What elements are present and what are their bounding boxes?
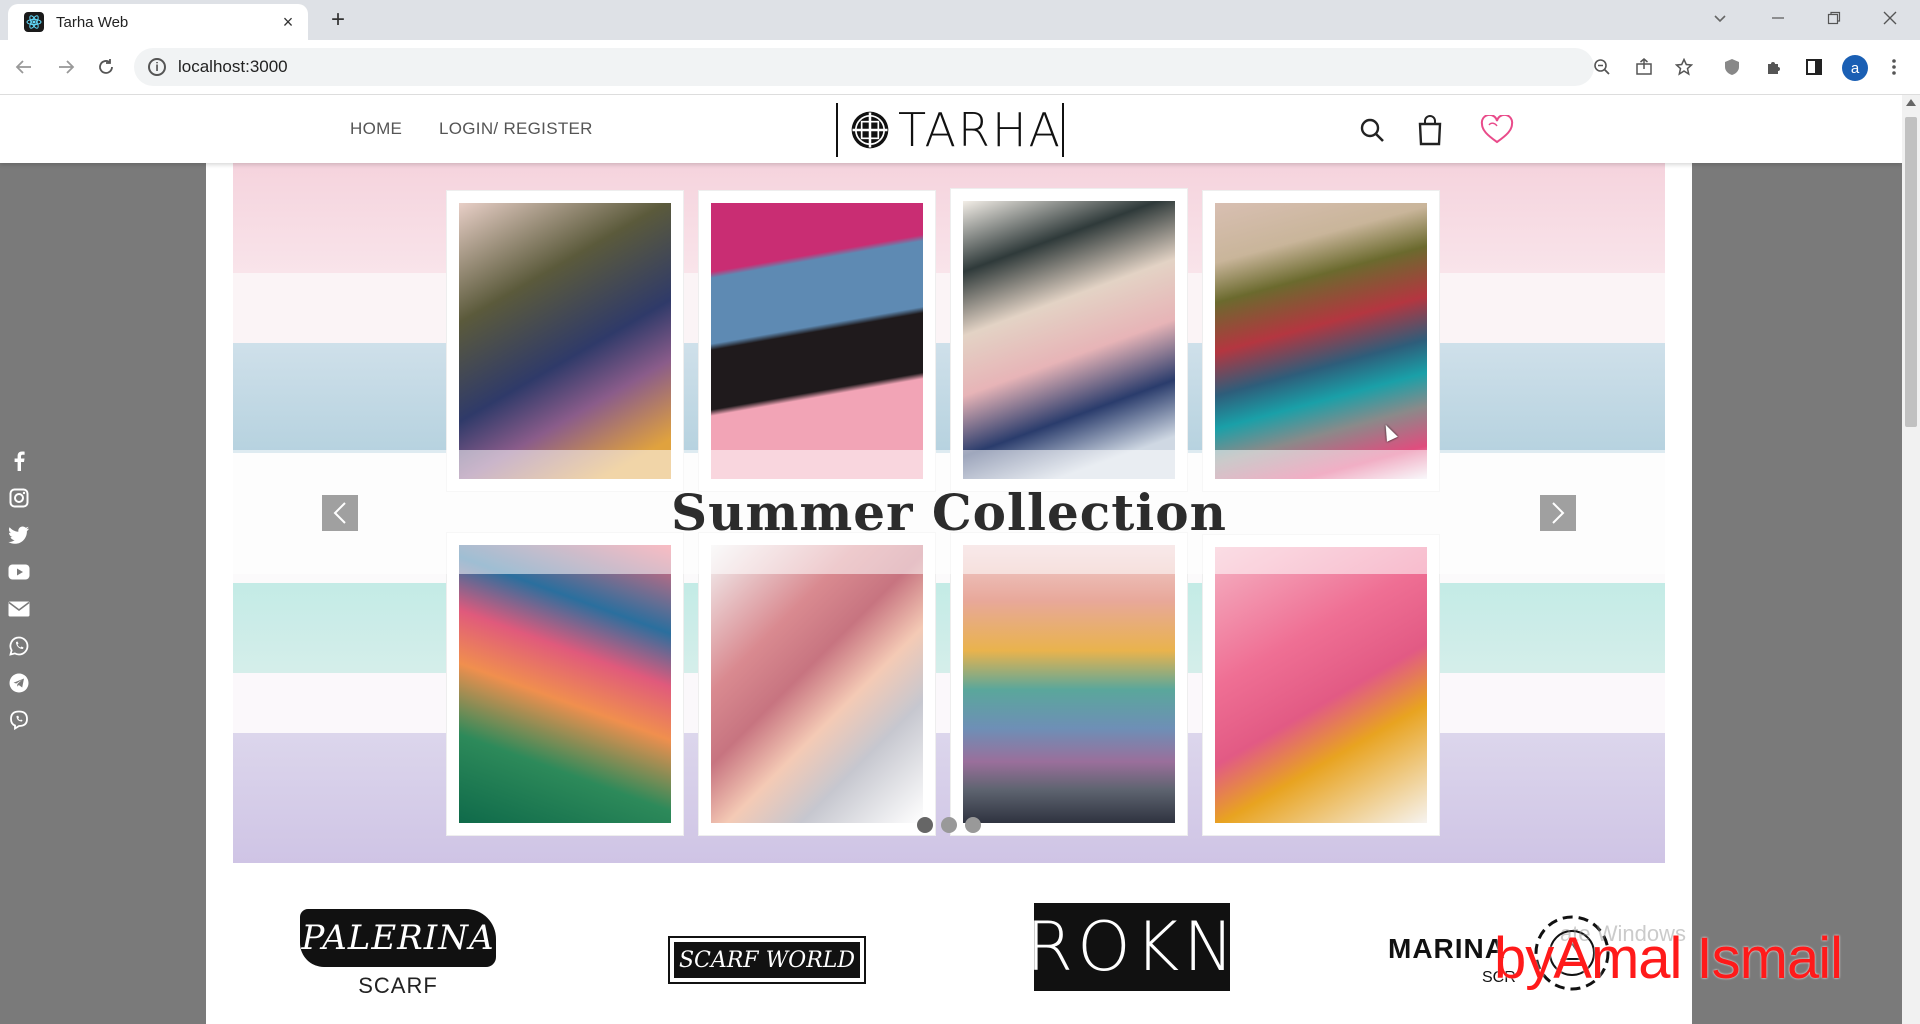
close-window-icon[interactable]	[1862, 0, 1918, 36]
zoom-out-icon[interactable]	[1588, 53, 1616, 81]
youtube-icon[interactable]	[8, 561, 30, 583]
dotted-chiffon-photo	[711, 545, 923, 823]
wishlist-heart-icon[interactable]	[1478, 113, 1516, 147]
side-panel-icon[interactable]	[1800, 53, 1828, 81]
forward-icon[interactable]	[50, 51, 82, 83]
address-bar[interactable]: i localhost:3000	[134, 48, 1594, 86]
bookmark-star-icon[interactable]	[1670, 53, 1698, 81]
nav-home-link[interactable]: HOME	[350, 119, 402, 139]
scarf-world-wordmark: SCARF WORLD	[678, 947, 856, 973]
site-logo[interactable]: TARHA	[836, 103, 1064, 157]
tab-close-icon[interactable]: ×	[276, 10, 300, 34]
logo-wordmark: TARHA	[897, 103, 1062, 157]
telegram-icon[interactable]	[8, 672, 30, 694]
palerina-wordmark: PALERINA	[301, 918, 495, 958]
restore-icon[interactable]	[1806, 0, 1862, 36]
palerina-badge: PALERINA	[300, 909, 496, 967]
search-icon[interactable]	[1356, 113, 1388, 147]
page-viewport: HOME LOGIN/ REGISTER TARHA Summer Collec…	[0, 95, 1902, 1024]
brand-scarf-world[interactable]: SCARF WORLD	[668, 936, 866, 984]
new-tab-button[interactable]: +	[324, 6, 352, 34]
facebook-icon[interactable]	[8, 450, 30, 472]
product-photo-frame[interactable]	[699, 191, 935, 491]
striped-scarves-photo	[963, 201, 1175, 479]
chevron-right-icon	[1552, 502, 1565, 524]
brand-rokn[interactable]: ROKN	[1026, 903, 1234, 991]
hero-carousel[interactable]: Summer Collection	[233, 163, 1665, 863]
url-text: localhost:3000	[178, 57, 288, 76]
carousel-prev-button[interactable]	[322, 495, 358, 531]
caption-band: Summer Collection	[233, 450, 1665, 574]
reload-icon[interactable]	[90, 51, 122, 83]
back-icon[interactable]	[8, 51, 40, 83]
social-sidebar	[8, 450, 30, 746]
carousel-dot-1[interactable]	[917, 817, 933, 833]
twitter-icon[interactable]	[8, 524, 30, 546]
mail-icon[interactable]	[8, 598, 30, 620]
main-container: Summer Collection PALERINA SCARF SCARF W…	[206, 163, 1692, 1024]
pearl-scarves-photo	[711, 203, 923, 479]
author-overlay-text: byAmal Ismail	[1494, 926, 1843, 991]
profile-avatar[interactable]: a	[1842, 55, 1868, 81]
tarha-logo-mark-icon	[851, 111, 889, 149]
scarf-world-inner: SCARF WORLD	[674, 942, 860, 978]
chevron-left-icon	[333, 502, 346, 524]
brand-strip: PALERINA SCARF SCARF WORLD ROKN MARINA S…	[206, 863, 1692, 1024]
carousel-dot-3[interactable]	[965, 817, 981, 833]
colorful-square-scarves-photo	[963, 545, 1175, 823]
brand-palerina[interactable]: PALERINA SCARF	[300, 909, 500, 999]
shield-extension-icon[interactable]	[1718, 53, 1746, 81]
product-photo-frame[interactable]	[1203, 535, 1439, 835]
carousel-next-button[interactable]	[1540, 495, 1576, 531]
nav-login-register-link[interactable]: LOGIN/ REGISTER	[439, 119, 593, 139]
carousel-dots	[233, 817, 1665, 833]
minimize-icon[interactable]	[1750, 0, 1806, 36]
embroidered-scarves-photo	[459, 545, 671, 823]
carousel-dot-2[interactable]	[941, 817, 957, 833]
scroll-up-icon[interactable]	[1906, 99, 1916, 106]
extensions-puzzle-icon[interactable]	[1760, 53, 1788, 81]
site-info-icon[interactable]: i	[148, 58, 166, 76]
react-favicon-icon	[24, 12, 44, 32]
product-photo-frame[interactable]	[699, 533, 935, 835]
tab-search-chevron-icon[interactable]	[1692, 0, 1748, 36]
browser-tab-bar: Tarha Web × +	[0, 0, 1920, 40]
pink-mustard-scarves-photo	[1215, 547, 1427, 823]
shopping-bag-icon[interactable]	[1414, 113, 1446, 147]
browser-tab[interactable]: Tarha Web ×	[8, 4, 308, 40]
product-photo-frame[interactable]	[447, 191, 683, 491]
whatsapp-icon[interactable]	[8, 635, 30, 657]
browser-menu-icon[interactable]	[1882, 53, 1906, 81]
floral-scarves-photo	[459, 203, 671, 479]
scrollbar-thumb[interactable]	[1905, 117, 1917, 427]
product-photo-frame[interactable]	[447, 533, 683, 835]
slide-caption: Summer Collection	[670, 482, 1227, 542]
share-icon[interactable]	[1630, 53, 1658, 81]
rokn-wordmark: ROKN	[1025, 907, 1239, 987]
product-photo-frame[interactable]	[951, 189, 1187, 491]
marina-wordmark: MARINA	[1388, 933, 1506, 964]
instagram-icon[interactable]	[8, 487, 30, 509]
product-photo-frame[interactable]	[951, 533, 1187, 835]
viber-icon[interactable]	[8, 709, 30, 731]
palerina-subtitle: SCARF	[358, 973, 438, 998]
tab-title: Tarha Web	[56, 13, 129, 31]
page-scrollbar[interactable]	[1902, 95, 1920, 1024]
site-header: HOME LOGIN/ REGISTER TARHA	[0, 95, 1902, 163]
browser-toolbar: i localhost:3000 a	[0, 40, 1920, 95]
product-photo-frame[interactable]	[1203, 191, 1439, 491]
